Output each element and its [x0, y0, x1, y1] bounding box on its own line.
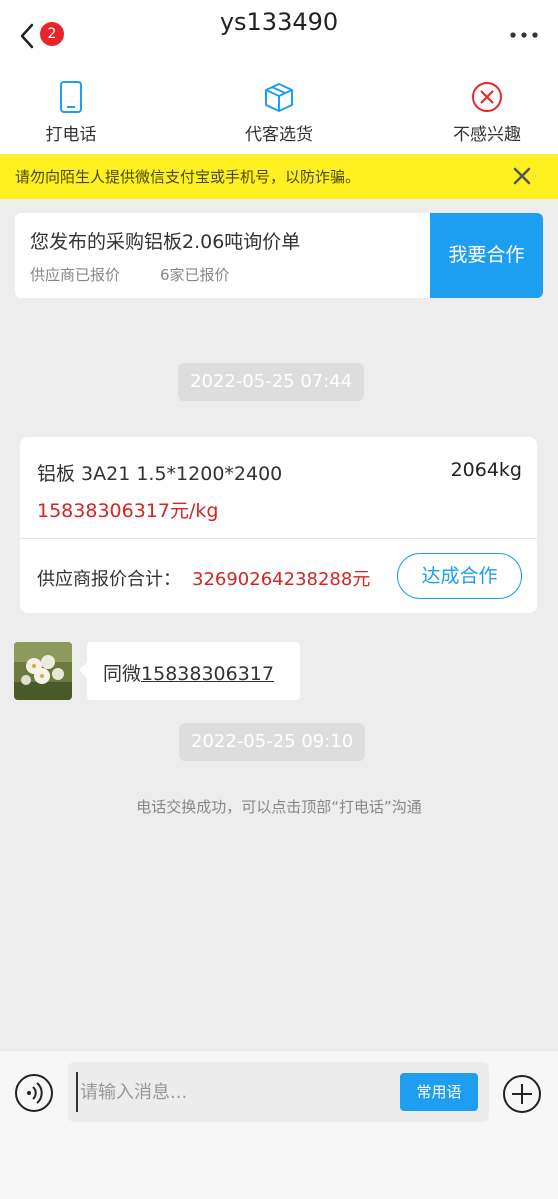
- message-input-box: 常用语: [68, 1062, 489, 1122]
- purchase-title: 您发布的采购铝板2.06吨询价单: [30, 231, 301, 253]
- page-title: ys133490: [219, 8, 339, 36]
- message-bubble[interactable]: 同微15838306317: [79, 642, 300, 700]
- more-button[interactable]: [508, 22, 540, 42]
- common-phrases-button[interactable]: 常用语: [400, 1073, 478, 1111]
- purchase-status: 供应商已报价: [30, 266, 121, 284]
- quote-card: 铝板 3A21 1.5*1200*2400 2064kg 15838306317…: [20, 437, 537, 613]
- box-icon: [265, 83, 293, 112]
- fraud-warning-banner: 请勿向陌生人提供微信支付宝或手机号，以防诈骗。: [0, 154, 558, 199]
- warning-close-button[interactable]: [510, 164, 534, 188]
- top-bar: 2 ys133490: [0, 0, 558, 68]
- message-input[interactable]: [76, 1072, 386, 1112]
- cooperate-button[interactable]: 我要合作: [430, 213, 543, 298]
- not-interested-label: 不感兴趣: [453, 125, 521, 145]
- voice-button[interactable]: [14, 1073, 54, 1113]
- select-goods-label: 代客选货: [245, 125, 313, 145]
- more-icon: [510, 32, 538, 38]
- select-goods-action[interactable]: 代客选货: [209, 76, 349, 152]
- quote-total-label: 供应商报价合计：: [37, 569, 181, 590]
- quote-product: 铝板 3A21 1.5*1200*2400: [37, 463, 283, 485]
- divider: [20, 538, 537, 539]
- quote-total-value: 32690264238288元: [192, 569, 371, 590]
- system-message: 电话交换成功，可以点击顶部“打电话”沟通: [136, 798, 422, 816]
- more-options-button[interactable]: [502, 1074, 542, 1114]
- avatar[interactable]: [14, 642, 72, 700]
- call-action[interactable]: 打电话: [1, 76, 141, 152]
- purchase-card: 您发布的采购铝板2.06吨询价单 供应商已报价 6家已报价 我要合作: [15, 213, 543, 298]
- close-circle-icon: [472, 82, 502, 112]
- timestamp: 2022-05-25 07:44: [178, 363, 365, 401]
- input-bar: 常用语: [0, 1050, 558, 1199]
- reach-agreement-button[interactable]: 达成合作: [397, 553, 522, 599]
- not-interested-action[interactable]: 不感兴趣: [417, 76, 557, 152]
- action-bar: 打电话 代客选货 不感兴趣: [0, 68, 558, 154]
- quote-weight: 2064kg: [450, 459, 522, 481]
- avatar-flowers-image: [14, 642, 72, 700]
- quote-unit-price: 15838306317元/kg: [37, 500, 219, 522]
- warning-text: 请勿向陌生人提供微信支付宝或手机号，以防诈骗。: [15, 168, 361, 186]
- message-prefix: 同微: [103, 663, 142, 685]
- call-label: 打电话: [45, 125, 97, 145]
- close-icon: [513, 167, 531, 185]
- timestamp: 2022-05-25 09:10: [179, 723, 366, 761]
- purchase-quote-count: 6家已报价: [160, 266, 230, 284]
- chat-area[interactable]: 您发布的采购铝板2.06吨询价单 供应商已报价 6家已报价 我要合作 2022-…: [0, 199, 558, 1050]
- phone-number-link[interactable]: 15838306317: [141, 663, 274, 685]
- phone-icon: [60, 81, 82, 113]
- plus-circle-icon: [503, 1075, 541, 1113]
- voice-icon: [15, 1074, 53, 1112]
- message-text: 同微15838306317: [103, 659, 274, 686]
